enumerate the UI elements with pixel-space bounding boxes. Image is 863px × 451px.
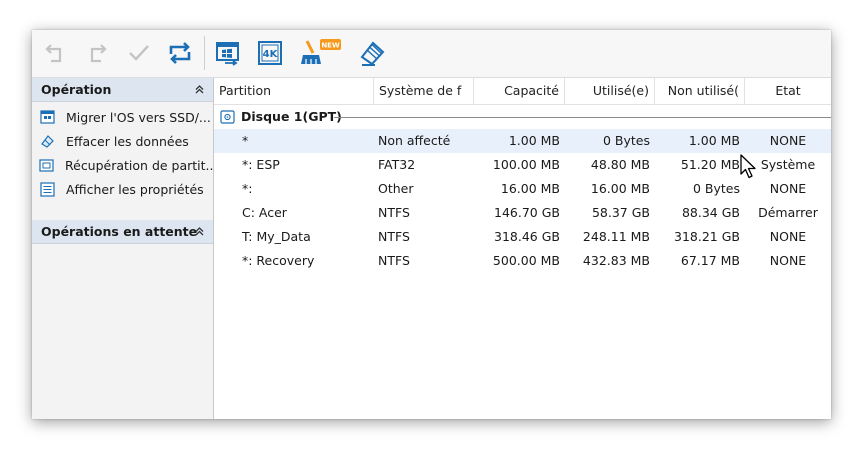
cell-fs: NTFS — [378, 253, 410, 268]
svg-text:4K: 4K — [263, 49, 279, 60]
cell-used: 432.83 MB — [582, 253, 650, 268]
sidebar-item-label: Afficher les propriétés — [66, 181, 204, 197]
cell-fs: Non affecté — [378, 133, 451, 148]
collapse-icon[interactable] — [195, 78, 204, 102]
partition-table: Partition Système de f Capacité Utilisé(… — [214, 78, 831, 419]
cell-capacity: 16.00 MB — [500, 181, 560, 196]
refresh-button[interactable] — [165, 38, 195, 68]
refresh-icon — [169, 42, 191, 64]
cell-fs: FAT32 — [378, 157, 416, 172]
cell-used: 248.11 MB — [582, 229, 650, 244]
column-header-filesystem[interactable]: Système de f — [374, 78, 474, 104]
table-row[interactable]: *: ESP FAT32 100.00 MB 48.80 MB 51.20 MB Syst… — [214, 153, 831, 177]
redo-icon — [90, 44, 107, 63]
disk-icon — [220, 110, 235, 127]
app-window: 4K NEW Opération Migrer l'OS vers SSD/..… — [32, 30, 831, 419]
disk-label: Disque 1(GPT) — [241, 105, 346, 129]
pending-operations-title: Opérations en attente — [41, 224, 198, 239]
align-4k-button[interactable]: 4K — [255, 38, 285, 68]
sidebar-item-label: Récupération de partit... — [65, 157, 213, 173]
cell-fs: Other — [378, 181, 414, 196]
cell-capacity: 146.70 GB — [494, 205, 560, 220]
sidebar-item-properties[interactable]: Afficher les propriétés — [32, 177, 213, 201]
chevron-up-double-icon — [195, 227, 204, 236]
cell-used: 16.00 MB — [590, 181, 650, 196]
cell-partition: C: Acer — [242, 205, 287, 220]
sidebar: Opération Migrer l'OS vers SSD/... Effac… — [32, 78, 214, 419]
operation-section-title: Opération — [41, 82, 112, 97]
sidebar-item-label: Effacer les données — [66, 133, 189, 149]
toolbar-separator — [204, 36, 205, 70]
cell-capacity: 500.00 MB — [492, 253, 560, 268]
wipe-button[interactable] — [357, 38, 387, 68]
undo-button[interactable] — [40, 38, 70, 68]
column-header-state[interactable]: Etat — [745, 78, 831, 104]
cell-unused: 67.17 MB — [680, 253, 740, 268]
table-header: Partition Système de f Capacité Utilisé(… — [214, 78, 831, 105]
cleanup-broom-icon: NEW — [301, 39, 341, 64]
pending-operations-header[interactable]: Opérations en attente — [32, 220, 213, 244]
cell-partition: *: — [242, 181, 253, 196]
toolbar: 4K NEW — [32, 30, 831, 78]
recovery-icon — [39, 157, 54, 173]
cell-state: Démarrer — [758, 205, 818, 220]
cleanup-button[interactable]: NEW — [298, 38, 342, 68]
cell-partition: *: Recovery — [242, 253, 315, 268]
new-badge: NEW — [321, 42, 340, 50]
cell-state: NONE — [769, 253, 807, 268]
operation-section-header[interactable]: Opération — [32, 78, 213, 102]
sidebar-item-wipe-data[interactable]: Effacer les données — [32, 129, 213, 153]
cell-fs: NTFS — [378, 229, 410, 244]
chevron-up-double-icon — [195, 85, 204, 94]
partition-rows: * Non affecté 1.00 MB 0 Bytes 1.00 MB NONE *: … — [214, 129, 831, 273]
table-row[interactable]: *: Recovery NTFS 500.00 MB 432.83 MB 67.17 M… — [214, 249, 831, 273]
eraser-icon — [39, 133, 55, 149]
cell-unused: 0 Bytes — [692, 181, 740, 196]
cell-partition: T: My_Data — [242, 229, 311, 244]
cell-unused: 1.00 MB — [688, 133, 740, 148]
migrate-os-icon — [216, 42, 239, 66]
cell-state: NONE — [769, 133, 807, 148]
sidebar-item-partition-recovery[interactable]: Récupération de partit... — [32, 153, 213, 177]
sidebar-item-label: Migrer l'OS vers SSD/... — [66, 109, 211, 125]
column-header-capacity[interactable]: Capacité — [474, 78, 565, 104]
check-icon — [129, 45, 149, 61]
undo-icon — [45, 44, 62, 63]
column-header-partition[interactable]: Partition — [214, 78, 374, 104]
cell-used: 58.37 GB — [591, 205, 650, 220]
redo-button[interactable] — [82, 38, 112, 68]
4k-align-icon: 4K — [258, 41, 282, 65]
sidebar-item-migrate-os[interactable]: Migrer l'OS vers SSD/... — [32, 105, 213, 129]
table-row[interactable]: * Non affecté 1.00 MB 0 Bytes 1.00 MB NONE — [214, 129, 831, 153]
cell-unused: 88.34 GB — [681, 205, 740, 220]
cell-state: NONE — [769, 229, 807, 244]
disk-row[interactable]: Disque 1(GPT) — [214, 105, 831, 129]
cell-fs: NTFS — [378, 205, 410, 220]
eraser-icon — [360, 41, 385, 66]
migrate-os-button[interactable] — [213, 38, 243, 68]
collapse-icon[interactable] — [195, 220, 204, 244]
disk-divider-line — [334, 117, 831, 118]
cell-partition: * — [242, 133, 249, 148]
apply-button[interactable] — [124, 38, 154, 68]
table-row[interactable]: T: My_Data NTFS 318.46 GB 248.11 MB 318.21 G… — [214, 225, 831, 249]
table-row[interactable]: C: Acer NTFS 146.70 GB 58.37 GB 88.34 GB Déma… — [214, 201, 831, 225]
cell-unused: 318.21 GB — [674, 229, 740, 244]
table-row[interactable]: *: Other 16.00 MB 16.00 MB 0 Bytes NONE — [214, 177, 831, 201]
cell-capacity: 318.46 GB — [494, 229, 560, 244]
cell-unused: 51.20 MB — [680, 157, 740, 172]
cell-partition: *: ESP — [242, 157, 280, 172]
migrate-os-icon — [39, 109, 55, 125]
mouse-cursor-icon — [740, 154, 758, 183]
column-header-unused[interactable]: Non utilisé( — [655, 78, 745, 104]
cell-capacity: 100.00 MB — [492, 157, 560, 172]
column-header-used[interactable]: Utilisé(e) — [565, 78, 655, 104]
cell-capacity: 1.00 MB — [508, 133, 560, 148]
cell-used: 0 Bytes — [602, 133, 650, 148]
cell-used: 48.80 MB — [590, 157, 650, 172]
properties-icon — [39, 181, 55, 197]
